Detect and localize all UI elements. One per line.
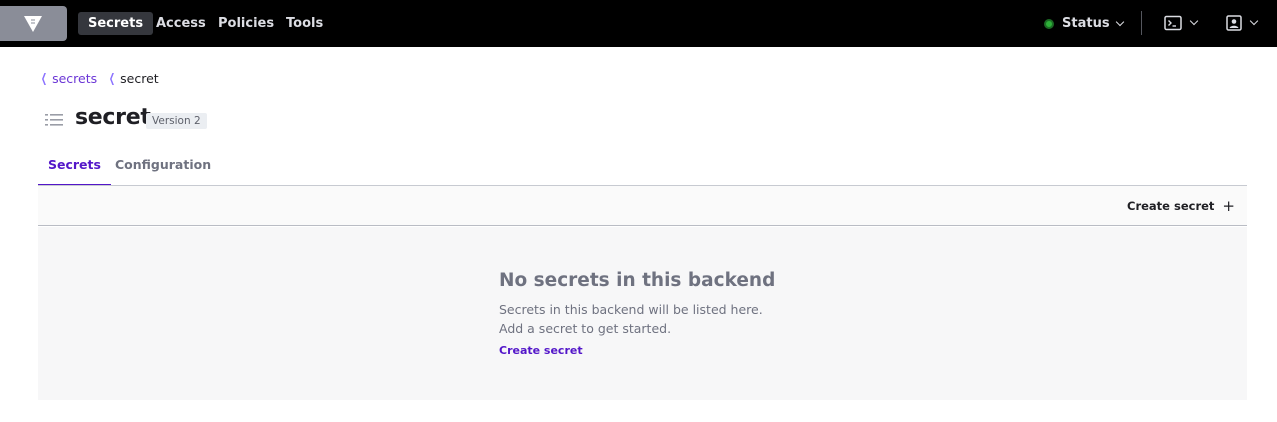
status-menu[interactable]: Status xyxy=(1044,12,1124,35)
nav-item-access[interactable]: Access xyxy=(146,12,216,35)
list-icon xyxy=(45,114,63,126)
page-title: secret xyxy=(75,105,151,130)
breadcrumb-link-secrets[interactable]: secrets xyxy=(52,71,97,86)
nav-item-tools[interactable]: Tools xyxy=(276,12,333,35)
empty-state-create-link[interactable]: Create secret xyxy=(499,344,583,357)
plus-icon: + xyxy=(1222,196,1235,215)
toolbar: Create secret + xyxy=(38,186,1247,226)
empty-state-title: No secrets in this backend xyxy=(499,270,776,291)
breadcrumb: ❮ secrets ❮ secret xyxy=(39,70,159,86)
create-secret-label: Create secret xyxy=(1127,199,1215,213)
user-square-icon xyxy=(1226,15,1242,31)
breadcrumb-separator-icon: ❮ xyxy=(41,71,48,85)
chevron-down-icon xyxy=(1249,16,1259,26)
version-badge: Version 2 xyxy=(146,113,207,129)
chevron-down-icon xyxy=(1189,16,1199,26)
nav-item-policies[interactable]: Policies xyxy=(208,12,284,35)
status-dot-icon xyxy=(1044,18,1054,29)
nav-item-secrets[interactable]: Secrets xyxy=(78,12,154,35)
console-menu[interactable] xyxy=(1164,13,1199,33)
tab-secrets[interactable]: Secrets xyxy=(38,149,111,186)
breadcrumb-current: secret xyxy=(120,70,159,86)
vault-triangle-logo-icon xyxy=(24,16,42,32)
status-label: Status xyxy=(1062,16,1110,31)
create-secret-button[interactable]: Create secret + xyxy=(1127,197,1235,215)
empty-state-message: Secrets in this backend will be listed h… xyxy=(499,302,763,336)
nav-divider xyxy=(1141,11,1142,35)
empty-state: No secrets in this backend Secrets in th… xyxy=(38,227,1247,400)
vault-logo[interactable] xyxy=(0,6,67,41)
user-menu[interactable] xyxy=(1226,13,1259,33)
terminal-icon xyxy=(1164,15,1182,31)
tab-configuration[interactable]: Configuration xyxy=(105,149,221,186)
chevron-down-icon xyxy=(1115,17,1124,26)
breadcrumb-separator-icon: ❮ xyxy=(109,71,116,85)
top-nav: Secrets Access Policies Tools Status xyxy=(0,0,1277,47)
